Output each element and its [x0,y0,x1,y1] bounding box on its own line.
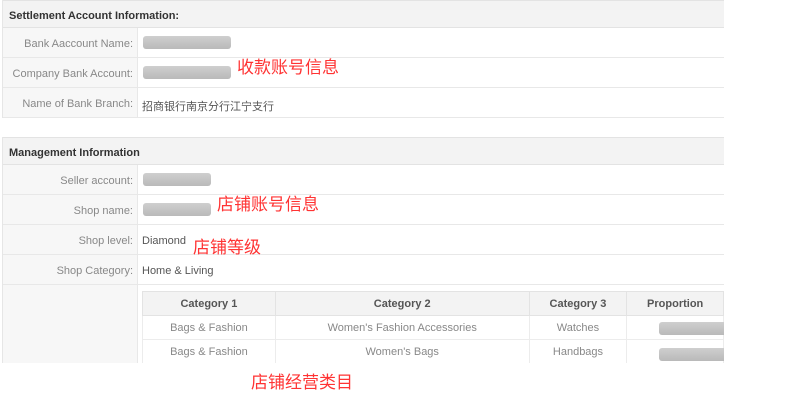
section-title: Management Information [3,137,724,165]
table-row: Bags & Fashion Women's Bags Handbags [142,339,724,363]
empty-label [3,285,138,363]
shop-level-row: Shop level: Diamond [3,225,724,255]
cell: Bags & Fashion [142,339,276,363]
field-label: Name of Bank Branch: [3,88,138,117]
redacted-value [143,173,211,186]
seller-account-row: Seller account: [3,165,724,195]
field-value [138,28,231,57]
field-label: Shop Category: [3,255,138,284]
bank-branch-row: Name of Bank Branch: 招商银行南京分行江宁支行 [3,88,724,118]
company-bank-account-row: Company Bank Account: [3,58,724,88]
field-value: Diamond [142,235,187,247]
redacted-value [659,348,724,361]
header-category-3: Category 3 [528,291,628,316]
field-label: Seller account: [3,165,138,194]
annotation-level: 店铺等级 [193,238,261,258]
field-label: Shop name: [3,195,138,224]
field-label: Bank Aaccount Name: [3,28,138,57]
cell: Handbags [528,339,628,363]
section-title: Settlement Account Information: [3,0,724,28]
header-category-1: Category 1 [142,291,276,316]
redacted-value [143,36,231,49]
shop-category-row: Shop Category: Home & Living [3,255,724,285]
bank-account-name-row: Bank Aaccount Name: [3,28,724,58]
redacted-value [143,66,231,79]
field-value: 招商银行南京分行江宁支行 [142,101,274,113]
annotation-category: 店铺经营类目 [251,373,353,393]
redacted-value [659,322,724,335]
cell: Bags & Fashion [142,315,276,340]
management-section: Management Information Seller account: S… [2,137,724,363]
proportion-cell [626,315,724,340]
cell: Women's Bags [274,339,530,363]
field-label: Company Bank Account: [3,58,138,87]
shop-name-row: Shop name: [3,195,724,225]
proportion-cell [626,339,724,363]
header-category-2: Category 2 [274,291,530,316]
annotation-bank: 收款账号信息 [237,58,339,78]
settlement-section: Settlement Account Information: Bank Aac… [2,0,724,118]
redacted-value [143,203,211,216]
cell: Watches [528,315,628,340]
table-header: Category 1 Category 2 Category 3 Proport… [142,291,724,316]
table-row: Bags & Fashion Women's Fashion Accessori… [142,315,724,340]
header-proportion: Proportion [626,291,724,316]
category-table-row: Category 1 Category 2 Category 3 Proport… [3,285,724,363]
field-value [138,195,211,224]
field-value [138,58,231,87]
field-value: Home & Living [142,265,214,277]
field-value [138,165,211,194]
cell: Women's Fashion Accessories [274,315,530,340]
table-wrap: Category 1 Category 2 Category 3 Proport… [138,285,724,363]
annotation-shop: 店铺账号信息 [217,195,319,215]
field-label: Shop level: [3,225,138,254]
category-table: Category 1 Category 2 Category 3 Proport… [142,291,724,363]
